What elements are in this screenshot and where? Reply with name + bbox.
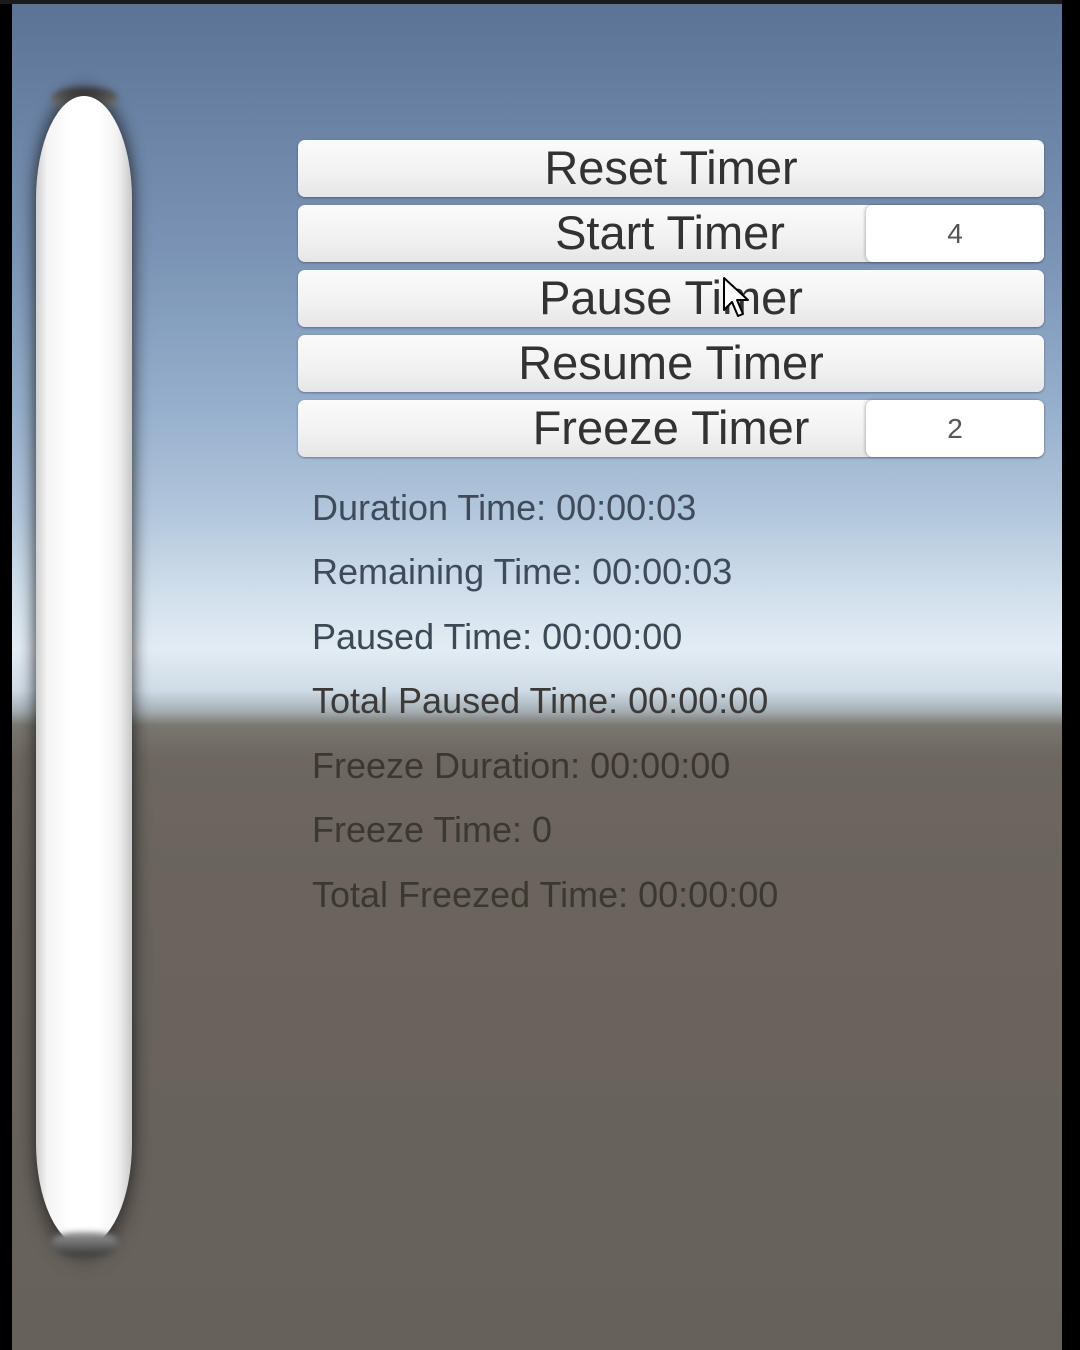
pause-timer-button[interactable]: Pause Timer [298, 270, 1044, 327]
resume-timer-label: Resume Timer [518, 336, 824, 389]
freeze-duration-label: Freeze Duration: 00:00:00 [312, 745, 731, 786]
freeze-duration-input[interactable]: 2 [866, 400, 1044, 457]
freeze-duration-value: 2 [947, 412, 963, 444]
reset-timer-button[interactable]: Reset Timer [298, 140, 1044, 197]
start-duration-input[interactable]: 4 [866, 205, 1044, 262]
total-freezed-time-label: Total Freezed Time: 00:00:00 [312, 874, 779, 915]
pause-timer-label: Pause Timer [539, 271, 803, 324]
duration-time-label: Duration Time: 00:00:03 [312, 487, 697, 528]
window-right-border [1062, 0, 1080, 1350]
white-pillar-object [36, 96, 132, 1246]
pillar-bottom-shadow [52, 1232, 118, 1256]
paused-time-label: Paused Time: 00:00:00 [312, 616, 683, 657]
start-timer-label: Start Timer [555, 206, 785, 259]
remaining-time-label: Remaining Time: 00:00:03 [312, 551, 733, 592]
arrow-pointer-icon [723, 277, 749, 317]
total-paused-time-label: Total Paused Time: 00:00:00 [312, 680, 769, 721]
freeze-time-label: Freeze Time: 0 [312, 809, 553, 850]
reset-timer-label: Reset Timer [544, 141, 798, 194]
resume-timer-button[interactable]: Resume Timer [298, 335, 1044, 392]
freeze-timer-label: Freeze Timer [532, 401, 810, 454]
start-duration-value: 4 [947, 217, 963, 249]
